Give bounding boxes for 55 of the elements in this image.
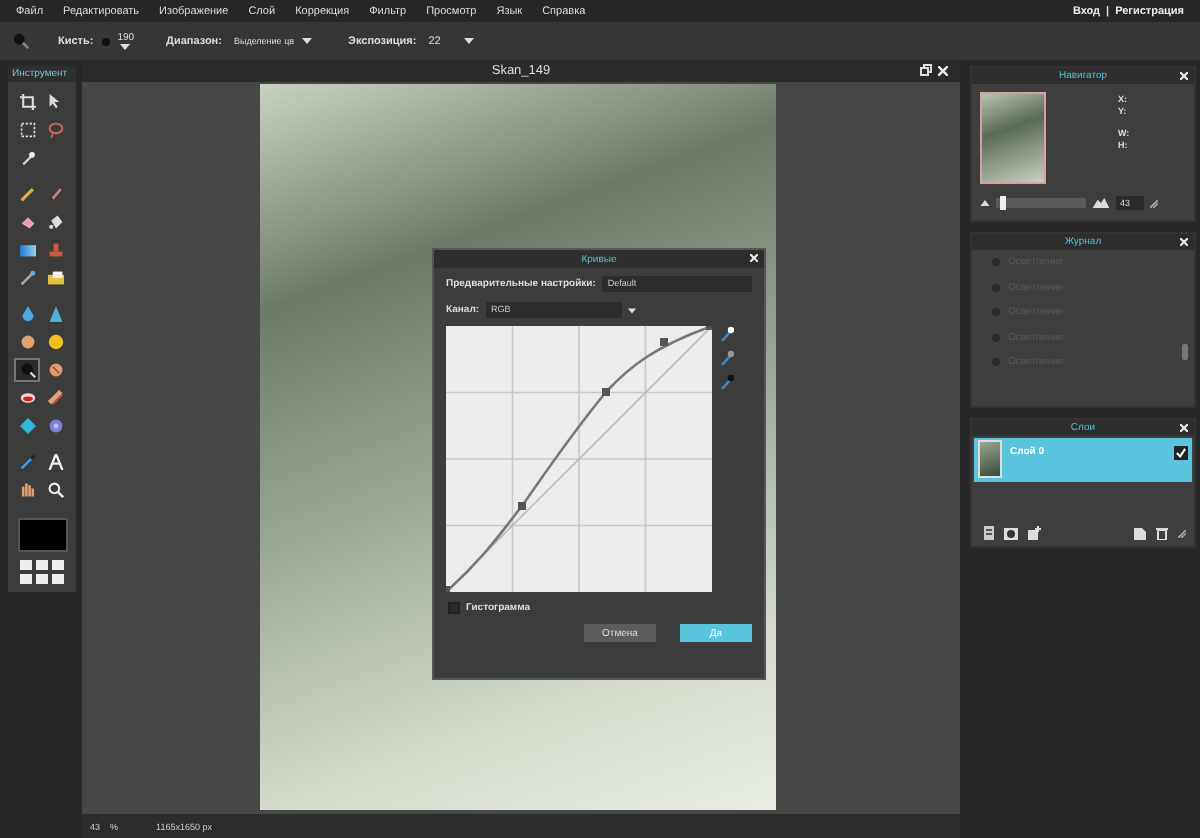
eraser-icon <box>19 214 35 230</box>
brush-icon <box>19 270 35 286</box>
scrollbar[interactable] <box>1182 344 1188 360</box>
crop-icon <box>19 94 35 110</box>
tool-button[interactable] <box>14 90 40 114</box>
layers-icon[interactable] <box>1028 526 1042 540</box>
grid-icon[interactable] <box>20 560 64 584</box>
zoom-slider[interactable] <box>996 198 1086 208</box>
close-icon[interactable] <box>1180 238 1188 246</box>
close-icon[interactable] <box>1180 72 1188 80</box>
tool-button[interactable] <box>42 386 68 410</box>
mountain-icon[interactable] <box>980 200 990 206</box>
stamp-icon <box>47 242 63 258</box>
pencil-icon <box>19 186 35 202</box>
restore-icon[interactable] <box>920 64 932 76</box>
caret-icon <box>120 44 131 50</box>
mountain-icon[interactable] <box>1092 198 1110 208</box>
triangle-icon <box>47 306 63 322</box>
caret-icon <box>464 38 475 44</box>
marquee-icon <box>19 122 35 138</box>
close-icon[interactable] <box>1180 424 1188 432</box>
caret-icon[interactable] <box>627 307 636 313</box>
close-icon[interactable] <box>938 65 948 75</box>
new-layer-icon[interactable] <box>1134 526 1146 540</box>
histogram-checkbox[interactable] <box>448 602 460 614</box>
close-icon[interactable] <box>750 254 758 262</box>
tool-button[interactable] <box>42 266 68 290</box>
zoom-icon <box>47 482 63 498</box>
color-swatch[interactable] <box>17 518 67 552</box>
wand-icon <box>19 150 35 166</box>
document-icon[interactable] <box>984 526 994 540</box>
gradient-icon <box>19 242 35 258</box>
slider-thumb[interactable] <box>1000 196 1007 210</box>
brush-icon <box>47 186 63 202</box>
diamond-icon <box>19 418 35 434</box>
move-icon <box>47 94 63 110</box>
resize-icon <box>1150 199 1158 207</box>
eyedropper-icon <box>19 454 35 470</box>
visibility-checkbox[interactable] <box>1174 446 1188 460</box>
check-icon <box>1176 448 1186 458</box>
resize-icon <box>1178 529 1186 537</box>
eyedropper-icon[interactable] <box>720 326 734 342</box>
tool-button[interactable] <box>14 358 40 382</box>
mask-icon[interactable] <box>1004 527 1018 539</box>
eyedropper-icon[interactable] <box>720 374 734 390</box>
trash-icon[interactable] <box>1156 526 1168 540</box>
layer-thumbnail <box>978 440 1002 478</box>
eye-icon <box>19 390 35 406</box>
droplet-icon <box>19 306 35 322</box>
letter-icon <box>47 454 63 470</box>
bandage-icon <box>47 390 63 406</box>
brush-dot-icon <box>101 37 110 45</box>
lasso-icon <box>47 122 63 138</box>
folder-icon <box>47 270 63 286</box>
caret-icon <box>302 38 313 44</box>
